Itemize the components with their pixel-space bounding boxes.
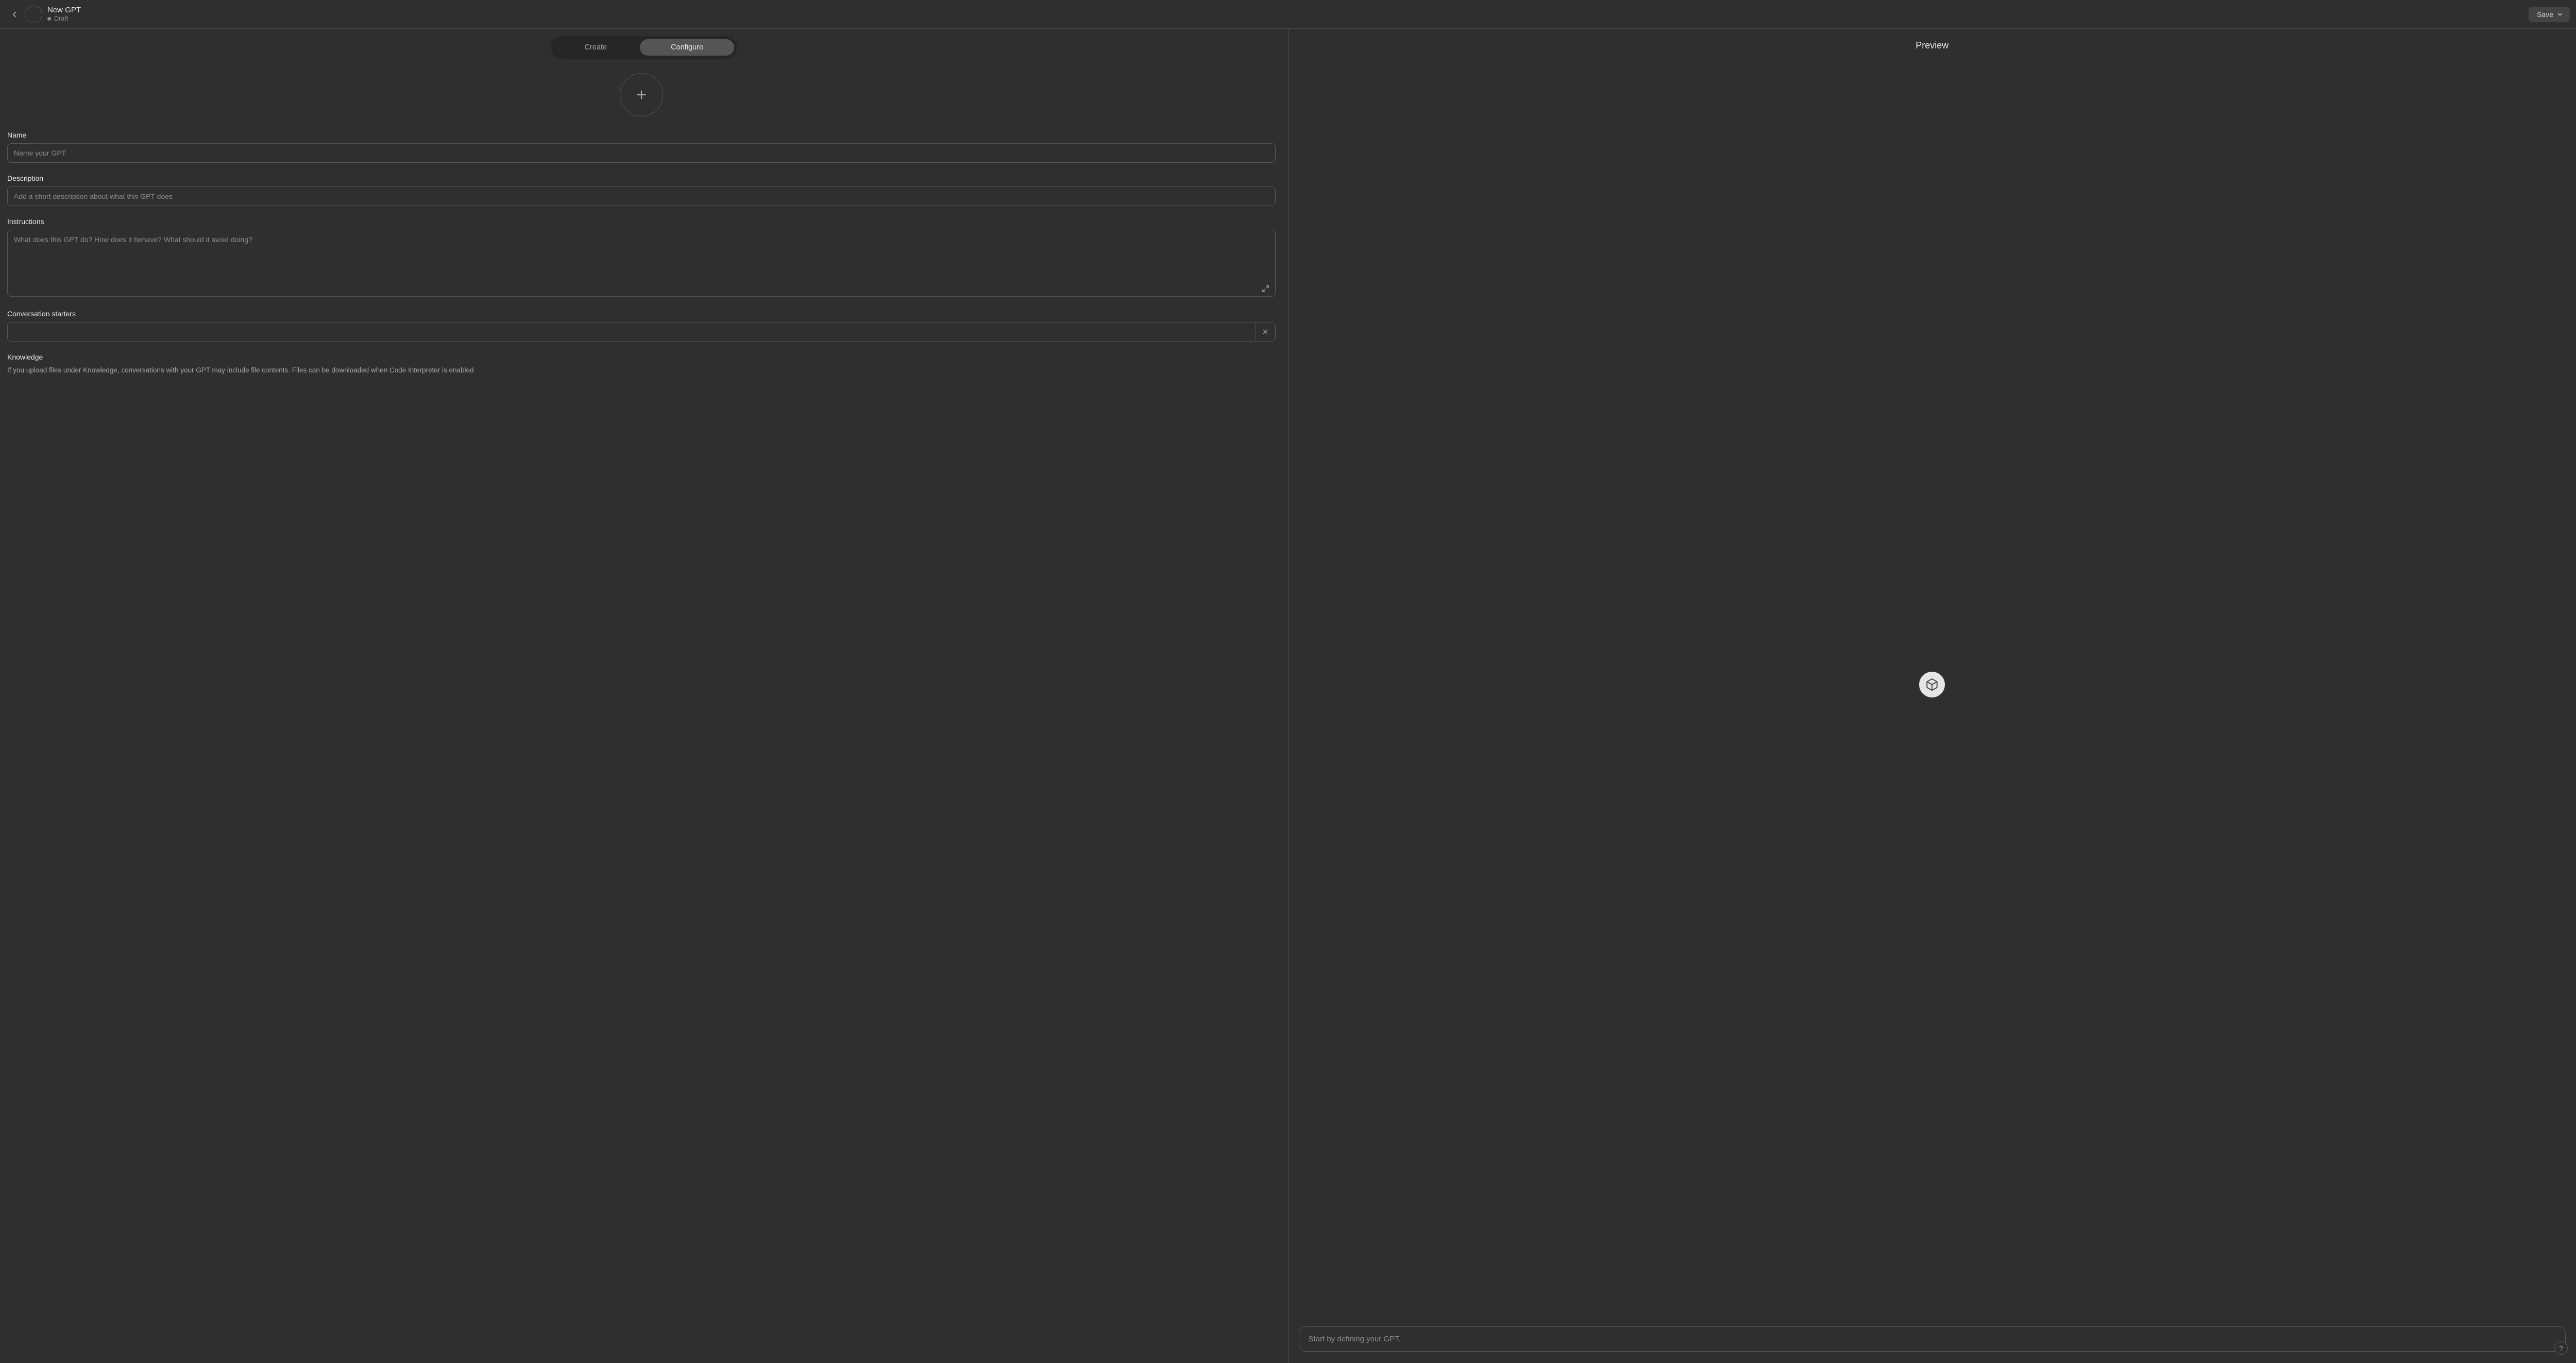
cube-icon — [1925, 678, 1939, 691]
save-button-label: Save — [2537, 10, 2553, 19]
editor-column: Create Configure Name Description — [0, 29, 1288, 1363]
header-title-block: New GPT Draft — [47, 6, 81, 23]
starter-row — [7, 322, 1276, 342]
status-label: Draft — [54, 15, 68, 23]
chevron-left-icon — [10, 10, 19, 19]
name-input[interactable] — [7, 143, 1276, 163]
starter-input[interactable] — [8, 322, 1256, 341]
description-input[interactable] — [7, 186, 1276, 206]
preview-message-input[interactable]: Start by defining your GPT. — [1299, 1326, 2566, 1352]
instructions-label: Instructions — [7, 217, 1276, 226]
preview-placeholder-avatar — [1919, 672, 1945, 697]
help-button-label: ? — [2559, 1344, 2563, 1352]
preview-column: Preview Start by defining your GPT. — [1289, 29, 2576, 1363]
configure-scroll-area[interactable]: Name Description Instructions — [0, 68, 1288, 1363]
status-dot-icon — [47, 17, 51, 21]
save-button[interactable]: Save — [2529, 7, 2570, 22]
tab-configure[interactable]: Configure — [640, 39, 734, 56]
knowledge-label: Knowledge — [7, 353, 1276, 361]
preview-input-placeholder: Start by defining your GPT. — [1309, 1335, 1401, 1343]
mode-tabs: Create Configure — [551, 36, 737, 59]
expand-icon — [1262, 285, 1269, 293]
help-button[interactable]: ? — [2554, 1341, 2568, 1355]
gpt-avatar-placeholder — [25, 6, 42, 23]
draft-status: Draft — [47, 15, 81, 23]
starters-label: Conversation starters — [7, 310, 1276, 318]
page-title: New GPT — [47, 6, 81, 15]
description-label: Description — [7, 174, 1276, 182]
close-icon — [1262, 328, 1269, 335]
header-bar: New GPT Draft Save — [0, 0, 2576, 29]
knowledge-helper-text: If you upload files under Knowledge, con… — [7, 365, 1276, 376]
plus-icon — [635, 88, 648, 101]
instructions-textarea[interactable] — [7, 230, 1276, 297]
expand-instructions-button[interactable] — [1260, 283, 1272, 294]
tab-create[interactable]: Create — [554, 39, 638, 56]
remove-starter-button[interactable] — [1256, 322, 1275, 341]
name-label: Name — [7, 131, 1276, 139]
back-button[interactable] — [6, 6, 23, 23]
preview-heading: Preview — [1289, 29, 2576, 51]
upload-avatar-button[interactable] — [620, 73, 663, 116]
chevron-down-icon — [2556, 11, 2564, 18]
